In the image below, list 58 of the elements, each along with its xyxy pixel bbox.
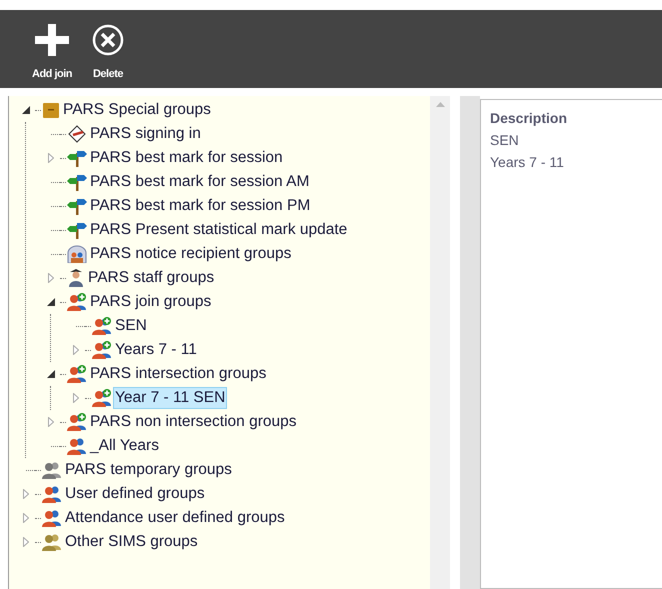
tree-item[interactable]: PARS Present statistical mark update bbox=[88, 219, 350, 241]
people-plus-icon bbox=[92, 341, 112, 359]
folder-icon bbox=[42, 101, 60, 119]
scroll-up-icon[interactable] bbox=[436, 102, 444, 107]
expand-triangle-icon[interactable] bbox=[23, 513, 29, 523]
signpost-icon bbox=[67, 173, 87, 191]
signpost-icon bbox=[67, 221, 87, 239]
people-icon bbox=[42, 509, 62, 527]
tree-item[interactable]: PARS intersection groups bbox=[88, 363, 268, 385]
tree-item[interactable]: PARS best mark for session PM bbox=[88, 195, 312, 217]
expand-triangle-icon[interactable] bbox=[48, 417, 54, 427]
people-plus-icon bbox=[67, 365, 87, 383]
expand-triangle-icon[interactable] bbox=[73, 345, 79, 355]
expand-triangle-icon[interactable] bbox=[23, 537, 29, 547]
collapse-triangle-icon[interactable] bbox=[47, 370, 55, 378]
person-icon bbox=[67, 269, 85, 287]
people-notice-icon bbox=[67, 245, 87, 263]
signpost-icon bbox=[67, 197, 87, 215]
tree-item[interactable]: Year 7 - 11 SEN bbox=[113, 387, 228, 409]
tree-item[interactable]: PARS join groups bbox=[88, 291, 214, 313]
people-plus-icon bbox=[67, 413, 87, 431]
people-icon bbox=[67, 437, 87, 455]
tree-item[interactable]: PARS temporary groups bbox=[63, 459, 234, 481]
tree-item[interactable]: Attendance user defined groups bbox=[63, 507, 287, 529]
expand-triangle-icon[interactable] bbox=[23, 489, 29, 499]
people-icon bbox=[42, 485, 62, 503]
pen-paper-icon bbox=[67, 125, 87, 143]
expand-triangle-icon[interactable] bbox=[48, 153, 54, 163]
plus-icon bbox=[35, 24, 69, 56]
collapse-triangle-icon[interactable] bbox=[22, 106, 30, 114]
toolbar-button[interactable]: Add join bbox=[32, 24, 72, 82]
tree-item[interactable]: PARS best mark for session AM bbox=[88, 171, 312, 193]
people-icon bbox=[42, 533, 62, 551]
tree-item[interactable]: PARS staff groups bbox=[86, 267, 216, 289]
tree-item[interactable]: Years 7 - 11 bbox=[113, 339, 199, 361]
description-line: SEN bbox=[490, 131, 520, 150]
tree-item[interactable]: PARS notice recipient groups bbox=[88, 243, 294, 265]
people-icon bbox=[42, 461, 62, 479]
close-icon bbox=[92, 24, 124, 56]
description-line: Years 7 - 11 bbox=[490, 153, 565, 172]
description-heading: Description bbox=[490, 109, 568, 128]
toolbar-button[interactable]: Delete bbox=[92, 24, 124, 82]
collapse-triangle-icon[interactable] bbox=[47, 298, 55, 306]
tree-item[interactable]: PARS signing in bbox=[88, 123, 203, 145]
people-plus-icon bbox=[67, 293, 87, 311]
tree-item[interactable]: PARS non intersection groups bbox=[88, 411, 298, 433]
people-plus-icon bbox=[92, 317, 112, 335]
tree-item[interactable]: _All Years bbox=[88, 435, 161, 457]
tree-item[interactable]: SEN bbox=[113, 315, 149, 337]
tree-item[interactable]: PARS best mark for session bbox=[88, 147, 285, 169]
tree-item[interactable]: Other SIMS groups bbox=[63, 531, 200, 553]
signpost-icon bbox=[67, 149, 87, 167]
expand-triangle-icon[interactable] bbox=[48, 273, 54, 283]
people-plus-icon bbox=[92, 389, 112, 407]
scrollbar[interactable] bbox=[430, 96, 450, 589]
tree-item[interactable]: User defined groups bbox=[63, 483, 207, 505]
tree-item[interactable]: PARS Special groups bbox=[61, 99, 213, 121]
expand-triangle-icon[interactable] bbox=[73, 393, 79, 403]
